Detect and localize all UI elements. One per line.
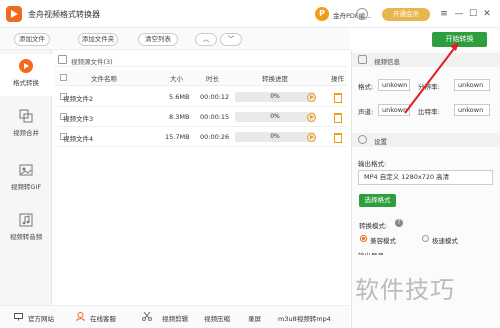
monitor-icon bbox=[14, 313, 23, 321]
video-compress-link[interactable]: 视频压缩 bbox=[204, 313, 230, 323]
footer: 官方网站 在线客服 视频剪辑 视频压缩 录屏 m3u8视频转mp4 bbox=[0, 305, 350, 328]
online-support-link[interactable]: 在线客服 bbox=[90, 313, 116, 323]
file-duration: 00:00:15 bbox=[200, 113, 230, 121]
bitrate-value: unkown bbox=[454, 104, 490, 116]
settings-header: 设置 bbox=[352, 133, 500, 147]
column-header-actions: 操作 bbox=[331, 75, 344, 83]
mode-label: 转换模式: bbox=[359, 222, 388, 230]
sidebar-item-label: 格式转换 bbox=[13, 79, 39, 87]
sidebar-item-label: 视频合并 bbox=[13, 129, 39, 137]
sidebar-item-video-to-gif[interactable]: 视频转GIF bbox=[0, 158, 52, 200]
start-convert-button[interactable]: 开始转换 bbox=[432, 32, 487, 47]
table-row[interactable]: 视频文件3 8.3MB 00:00:15 0% bbox=[55, 108, 347, 127]
video-clip-link[interactable]: 视频剪辑 bbox=[162, 313, 188, 323]
official-website-link[interactable]: 官方网站 bbox=[28, 313, 54, 323]
format-label: 格式: bbox=[358, 83, 374, 91]
fast-mode-label: 极速模式 bbox=[432, 237, 458, 245]
play-icon[interactable] bbox=[307, 133, 316, 142]
resolution-label: 分辨率: bbox=[418, 83, 440, 91]
resolution-value: unkown bbox=[454, 79, 490, 91]
user-icon[interactable] bbox=[356, 8, 368, 20]
audio-icon bbox=[19, 213, 33, 227]
settings-title: 设置 bbox=[374, 138, 387, 146]
menu-icon[interactable]: ≡ bbox=[438, 8, 450, 20]
play-icon[interactable] bbox=[307, 113, 316, 122]
close-icon[interactable]: ✕ bbox=[481, 8, 493, 20]
compat-mode-label: 兼容模式 bbox=[370, 237, 396, 245]
video-info-title: 视频信息 bbox=[374, 58, 400, 66]
file-name: 视频文件4 bbox=[63, 135, 94, 143]
table-header: 文件名称 大小 时长 转换进度 操作 bbox=[55, 69, 347, 86]
move-down-button[interactable]: ﹀ bbox=[220, 33, 242, 46]
minimize-icon[interactable]: — bbox=[453, 8, 465, 20]
m3u8-to-mp4-link[interactable]: m3u8视频转mp4 bbox=[278, 313, 331, 323]
sidebar-item-format-convert[interactable]: 格式转换 bbox=[0, 54, 52, 96]
title-bar: 金舟视频格式转换器 P 金舟PDF编... 开通会员 ≡ — ☐ ✕ bbox=[0, 0, 500, 28]
progress-bar: 0% bbox=[235, 92, 315, 102]
sidebar-item-video-merge[interactable]: 视频合并 bbox=[0, 104, 52, 146]
progress-bar: 0% bbox=[235, 132, 315, 142]
trash-icon[interactable] bbox=[334, 133, 342, 143]
column-header-name: 文件名称 bbox=[91, 75, 117, 83]
gif-icon bbox=[19, 164, 33, 176]
file-duration: 00:00:26 bbox=[200, 133, 230, 141]
file-duration: 00:00:12 bbox=[200, 93, 230, 101]
sidebar-item-label: 视频转音频 bbox=[9, 233, 43, 241]
scissors-icon bbox=[142, 312, 152, 321]
table-row[interactable]: 视频文件2 5.6MB 00:00:12 0% bbox=[55, 88, 347, 107]
gear-icon bbox=[358, 135, 367, 144]
file-list-header: 视频源文件(3) bbox=[55, 53, 347, 67]
compat-mode-radio[interactable] bbox=[360, 235, 367, 242]
help-icon[interactable]: ? bbox=[395, 219, 403, 227]
sidebar-item-video-to-audio[interactable]: 视频转音频 bbox=[0, 208, 52, 250]
select-all-checkbox[interactable] bbox=[60, 74, 67, 81]
output-format-label: 输出格式: bbox=[358, 160, 387, 168]
file-size: 5.6MB bbox=[169, 93, 190, 101]
column-header-progress: 转换进度 bbox=[262, 75, 288, 83]
format-value: unkown bbox=[378, 79, 410, 91]
trash-icon[interactable] bbox=[334, 93, 342, 103]
play-icon[interactable] bbox=[307, 93, 316, 102]
fast-mode-radio[interactable] bbox=[422, 235, 429, 242]
file-list-icon bbox=[58, 55, 67, 64]
audio-label: 声道: bbox=[358, 108, 374, 116]
merge-icon bbox=[19, 109, 33, 123]
vip-button[interactable]: 开通会员 bbox=[382, 8, 430, 21]
app-logo-icon bbox=[6, 6, 22, 22]
add-file-button[interactable]: 添加文件 bbox=[14, 33, 50, 46]
support-icon bbox=[76, 312, 85, 321]
column-header-duration: 时长 bbox=[206, 75, 219, 83]
progress-bar: 0% bbox=[235, 112, 315, 122]
info-icon bbox=[358, 55, 367, 64]
file-name: 视频文件2 bbox=[63, 95, 94, 103]
maximize-icon[interactable]: ☐ bbox=[467, 8, 479, 20]
bitrate-label: 比特率: bbox=[418, 108, 440, 116]
watermark: 软件技巧 bbox=[355, 276, 455, 304]
file-list-title: 视频源文件(3) bbox=[71, 58, 113, 66]
file-name: 视频文件3 bbox=[63, 115, 94, 123]
app-title: 金舟视频格式转换器 bbox=[28, 10, 100, 19]
trash-icon[interactable] bbox=[334, 113, 342, 123]
column-header-size: 大小 bbox=[170, 75, 183, 83]
choose-format-button[interactable]: 选择格式 bbox=[359, 194, 396, 207]
file-size: 8.3MB bbox=[169, 113, 190, 121]
output-format-select[interactable]: MP4 自定义 1280x720 高清 bbox=[358, 170, 493, 185]
file-size: 15.7MB bbox=[165, 133, 190, 141]
audio-value: unkown bbox=[378, 104, 410, 116]
pdf-app-icon[interactable]: P bbox=[315, 7, 329, 21]
add-folder-button[interactable]: 添加文件夹 bbox=[78, 33, 118, 46]
convert-icon bbox=[19, 59, 33, 73]
table-row[interactable]: 视频文件4 15.7MB 00:00:26 0% bbox=[55, 128, 347, 147]
move-up-button[interactable]: ︿ bbox=[195, 33, 217, 46]
sidebar: 格式转换 视频合并 视频转GIF 视频转音频 bbox=[0, 50, 52, 305]
clear-list-button[interactable]: 清空列表 bbox=[138, 33, 178, 46]
video-info-header: 视频信息 bbox=[352, 53, 500, 67]
sidebar-item-label: 视频转GIF bbox=[10, 183, 42, 191]
screen-record-link[interactable]: 录屏 bbox=[248, 313, 261, 323]
toolbar: 添加文件 添加文件夹 清空列表 ︿ ﹀ bbox=[0, 28, 350, 50]
